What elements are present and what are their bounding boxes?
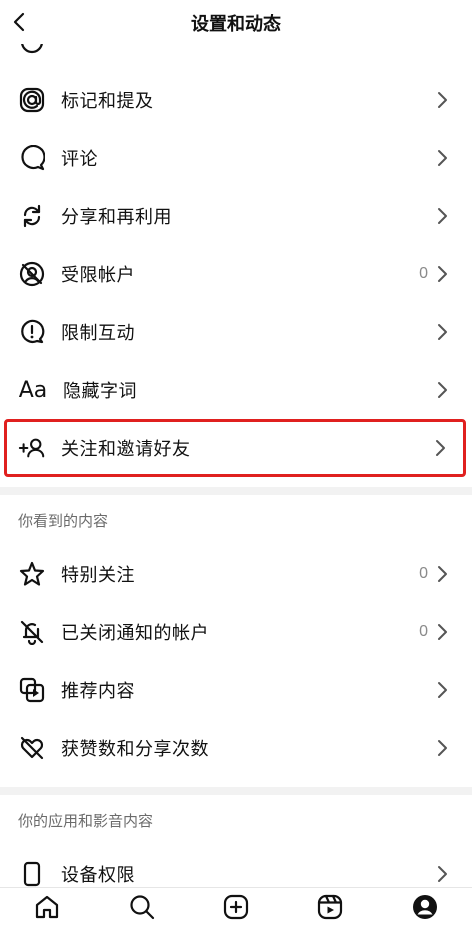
- page-title: 设置和动态: [191, 14, 281, 34]
- settings-list[interactable]: 标记和提及 评论 分享和再利用 受限帐户 0 限制互动 Aa 隐藏字词 关注和邀…: [0, 44, 472, 887]
- chevron-right-icon: [436, 564, 450, 584]
- list-item-limit-interactions[interactable]: 限制互动: [0, 303, 472, 361]
- chevron-right-icon: [436, 680, 450, 700]
- list-item-label: 限制互动: [61, 323, 135, 343]
- list-item-label: 评论: [61, 149, 98, 169]
- restricted-icon: [18, 260, 46, 288]
- profile-icon: [412, 894, 437, 919]
- list-item-label: 推荐内容: [61, 681, 135, 701]
- bell-off-icon: [18, 618, 46, 646]
- section-title-content: 你看到的内容: [18, 512, 109, 530]
- at-sign-icon: [18, 86, 46, 114]
- chevron-right-icon: [436, 738, 450, 758]
- home-icon: [36, 895, 59, 918]
- follow-invite-icon: [18, 434, 46, 462]
- list-item-sharing-remix[interactable]: 分享和再利用: [0, 187, 472, 245]
- partial-icon: [18, 44, 46, 56]
- tab-create[interactable]: [218, 889, 254, 925]
- reels-icon: [318, 894, 343, 919]
- create-icon: [223, 894, 249, 919]
- list-item-label: 标记和提及: [61, 91, 154, 111]
- list-item-label: 设备权限: [61, 865, 135, 885]
- list-item-device-permissions[interactable]: 设备权限: [0, 845, 472, 887]
- section-title-app-media: 你的应用和影音内容: [18, 812, 154, 830]
- section-divider: [0, 487, 472, 495]
- tab-reels[interactable]: [312, 889, 348, 925]
- tab-home[interactable]: [29, 889, 65, 925]
- header: 设置和动态: [0, 0, 472, 44]
- chevron-right-icon: [436, 206, 450, 226]
- heart-off-icon: [18, 734, 46, 762]
- list-item-label: 已关闭通知的帐户: [61, 623, 209, 643]
- bottom-tab-bar: [0, 887, 472, 925]
- chevron-right-icon: [436, 148, 450, 168]
- chevron-right-icon: [436, 622, 450, 642]
- list-item-muted-accounts[interactable]: 已关闭通知的帐户 0: [0, 603, 472, 661]
- section-divider: [0, 787, 472, 795]
- count-badge: 0: [419, 565, 428, 582]
- list-item-label: 分享和再利用: [61, 207, 172, 227]
- list-item-label: 特别关注: [61, 565, 135, 585]
- list-item-suggested-content[interactable]: 推荐内容: [0, 661, 472, 719]
- chevron-right-icon: [436, 264, 450, 284]
- list-item-favorites[interactable]: 特别关注 0: [0, 545, 472, 603]
- tab-profile[interactable]: [407, 889, 443, 925]
- count-badge: 0: [419, 623, 428, 640]
- list-item-label: 关注和邀请好友: [61, 439, 191, 459]
- list-item-like-share-counts[interactable]: 获赞数和分享次数: [0, 719, 472, 777]
- back-button[interactable]: [4, 6, 36, 38]
- hidden-words-icon: Aa: [18, 377, 48, 403]
- tab-search[interactable]: [124, 889, 160, 925]
- list-item-partial[interactable]: [0, 44, 472, 71]
- list-item-hidden-words[interactable]: Aa 隐藏字词: [0, 361, 472, 419]
- list-item-comments[interactable]: 评论: [0, 129, 472, 187]
- chevron-right-icon: [436, 322, 450, 342]
- limit-interactions-icon: [18, 318, 46, 346]
- list-item-label: 获赞数和分享次数: [61, 739, 209, 759]
- list-item-label: 隐藏字词: [63, 381, 137, 401]
- chevron-right-icon: [436, 90, 450, 110]
- chevron-left-icon: [13, 12, 25, 32]
- list-item-follow-invite-friends[interactable]: 关注和邀请好友: [4, 419, 466, 477]
- chevron-right-icon: [436, 380, 450, 400]
- list-item-label: 受限帐户: [61, 265, 135, 285]
- chevron-right-icon: [436, 864, 450, 884]
- comment-icon: [18, 144, 46, 172]
- reshare-icon: [18, 202, 46, 230]
- device-icon: [18, 860, 46, 887]
- list-item-tags-mentions[interactable]: 标记和提及: [0, 71, 472, 129]
- search-icon: [129, 894, 154, 919]
- suggested-content-icon: [18, 676, 46, 704]
- chevron-right-icon: [434, 438, 448, 458]
- list-item-restricted[interactable]: 受限帐户 0: [0, 245, 472, 303]
- star-icon: [18, 560, 46, 588]
- count-badge: 0: [419, 265, 428, 282]
